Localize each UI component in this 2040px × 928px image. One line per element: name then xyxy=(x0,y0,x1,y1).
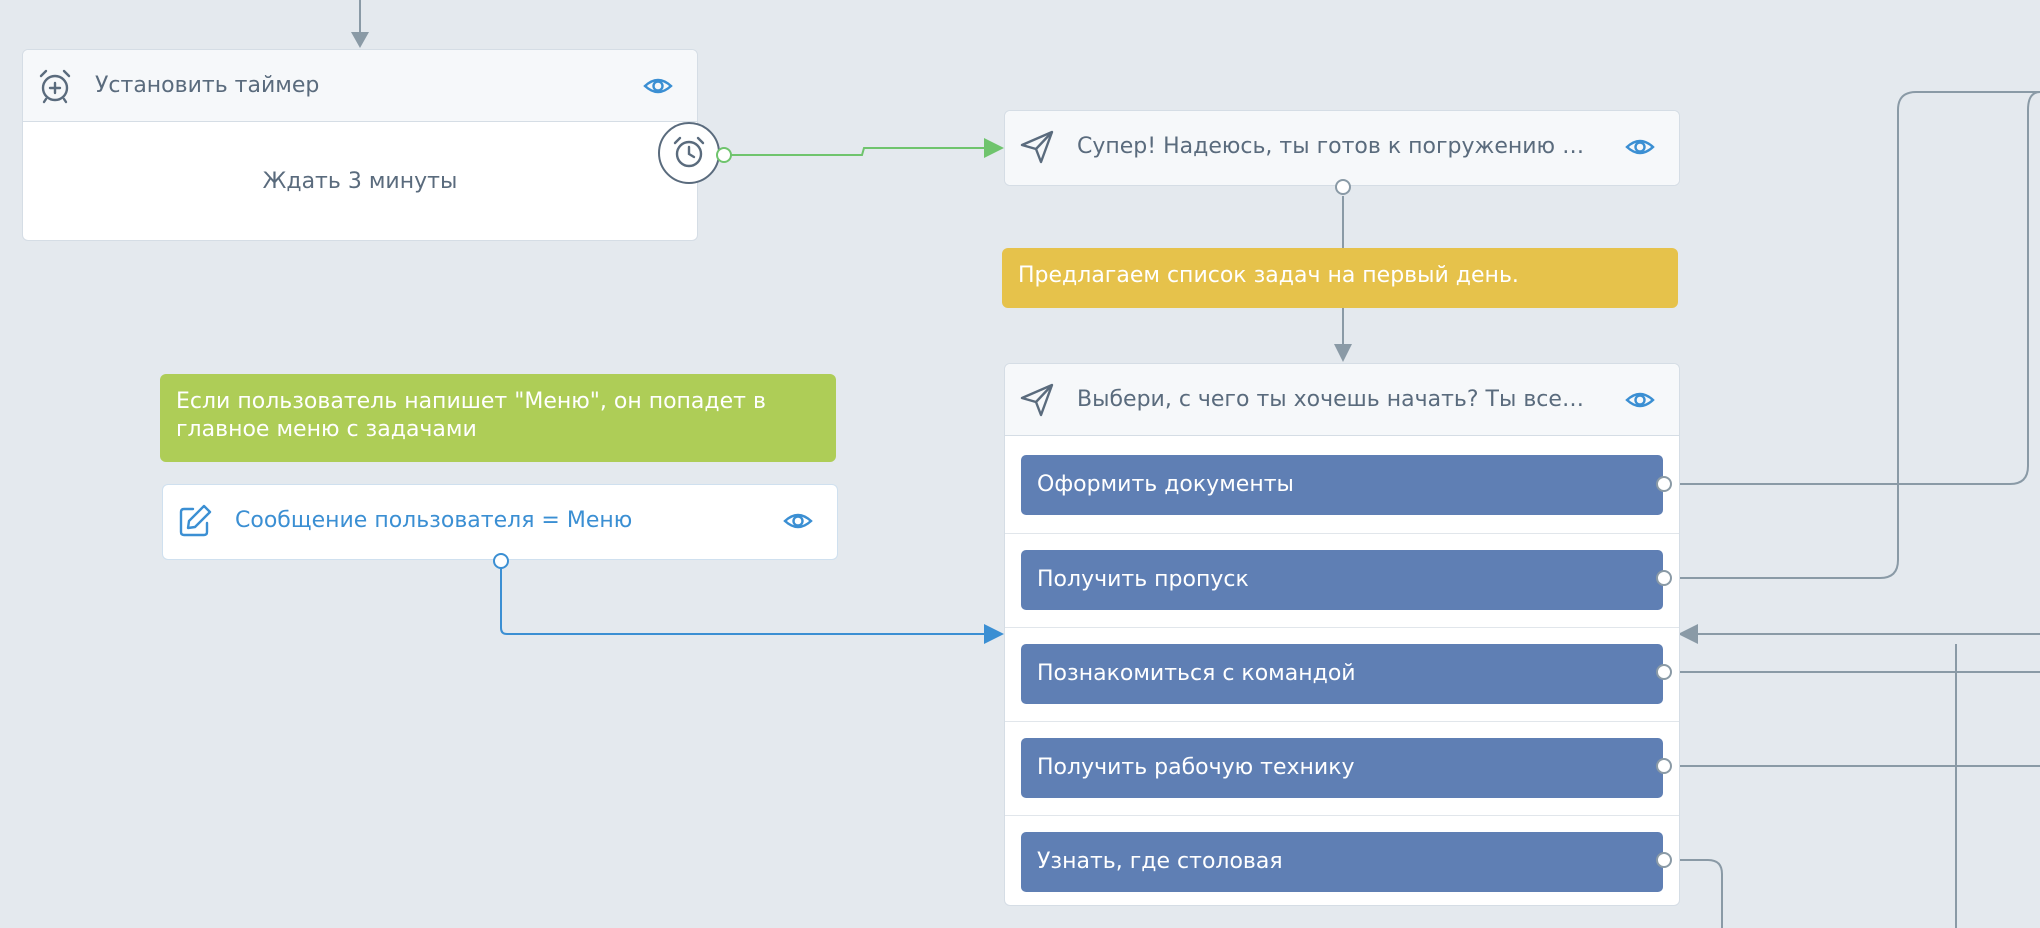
timer-output-port[interactable] xyxy=(716,147,732,163)
comment-note-yellow[interactable]: Предлагаем список задач на первый день. xyxy=(1002,248,1678,308)
menu-button-canteen[interactable]: Узнать, где столовая xyxy=(1021,832,1663,892)
alarm-plus-icon xyxy=(39,69,71,104)
menu-message-node-header[interactable]: Выбери, с чего ты хочешь начать? Ты всег… xyxy=(1005,364,1679,436)
comment-note-yellow-text: Предлагаем список задач на первый день. xyxy=(1018,263,1519,288)
menu-button-row: Оформить документы xyxy=(1005,439,1679,533)
message-node-1-header[interactable]: Супер! Надеюсь, ты готов к погружению в… xyxy=(1005,111,1679,185)
condition-node-title: Сообщение пользователя = Меню xyxy=(235,508,633,533)
wire-timer-to-message xyxy=(726,147,990,156)
arrowhead-into-timer xyxy=(351,32,369,48)
menu-button-row: Познакомиться с командой xyxy=(1005,627,1679,721)
button-canteen-port[interactable] xyxy=(1656,852,1672,868)
message-node-1-output-port[interactable] xyxy=(1335,179,1351,195)
comment-note-green-text: Если пользователь напишет "Меню", он поп… xyxy=(176,389,766,442)
button-equipment-port[interactable] xyxy=(1656,758,1672,774)
timer-node-header[interactable]: Установить таймер xyxy=(23,50,697,122)
menu-button-documents[interactable]: Оформить документы xyxy=(1021,455,1663,515)
flow-canvas[interactable]: Установить таймер Ждать 3 минуты Супер! … xyxy=(0,0,2040,928)
button-documents-port[interactable] xyxy=(1656,476,1672,492)
eye-icon[interactable] xyxy=(783,509,813,533)
arrowhead-timer-to-message xyxy=(984,138,1004,158)
menu-button-row: Получить пропуск xyxy=(1005,533,1679,627)
menu-button-team[interactable]: Познакомиться с командой xyxy=(1021,644,1663,704)
button-team-port[interactable] xyxy=(1656,664,1672,680)
menu-message-node[interactable]: Выбери, с чего ты хочешь начать? Ты всег… xyxy=(1004,363,1680,906)
wire-button-2-out xyxy=(1672,91,2040,579)
message-node-1[interactable]: Супер! Надеюсь, ты готов к погружению в… xyxy=(1004,110,1680,186)
send-icon xyxy=(1020,383,1054,417)
wire-button-1-out xyxy=(1672,91,2040,485)
alarm-clock-icon xyxy=(673,136,705,168)
send-icon xyxy=(1020,130,1054,164)
menu-button-row: Получить рабочую технику xyxy=(1005,721,1679,815)
eye-icon[interactable] xyxy=(643,74,673,98)
condition-output-port[interactable] xyxy=(493,553,509,569)
timer-clock-badge[interactable] xyxy=(658,122,720,184)
eye-icon[interactable] xyxy=(1625,135,1655,159)
timer-node[interactable]: Установить таймер Ждать 3 минуты xyxy=(22,49,698,241)
eye-icon[interactable] xyxy=(1625,388,1655,412)
wire-condition-to-menu xyxy=(500,568,990,635)
message-node-1-title: Супер! Надеюсь, ты готов к погружению в… xyxy=(1077,134,1589,159)
menu-button-pass[interactable]: Получить пропуск xyxy=(1021,550,1663,610)
menu-button-equipment[interactable]: Получить рабочую технику xyxy=(1021,738,1663,798)
arrowhead-return-in xyxy=(1678,624,1698,644)
timer-node-title: Установить таймер xyxy=(95,73,320,98)
arrowhead-message-to-menu xyxy=(1334,344,1352,362)
comment-note-green[interactable]: Если пользователь напишет "Меню", он поп… xyxy=(160,374,836,462)
timer-node-body: Ждать 3 минуты xyxy=(262,168,458,194)
menu-button-row: Узнать, где столовая xyxy=(1005,815,1679,909)
arrowhead-condition-to-menu xyxy=(984,624,1004,644)
button-pass-port[interactable] xyxy=(1656,570,1672,586)
condition-node[interactable]: Сообщение пользователя = Меню xyxy=(162,484,838,560)
menu-message-node-title: Выбери, с чего ты хочешь начать? Ты всег… xyxy=(1077,387,1589,412)
edit-icon xyxy=(179,504,212,537)
